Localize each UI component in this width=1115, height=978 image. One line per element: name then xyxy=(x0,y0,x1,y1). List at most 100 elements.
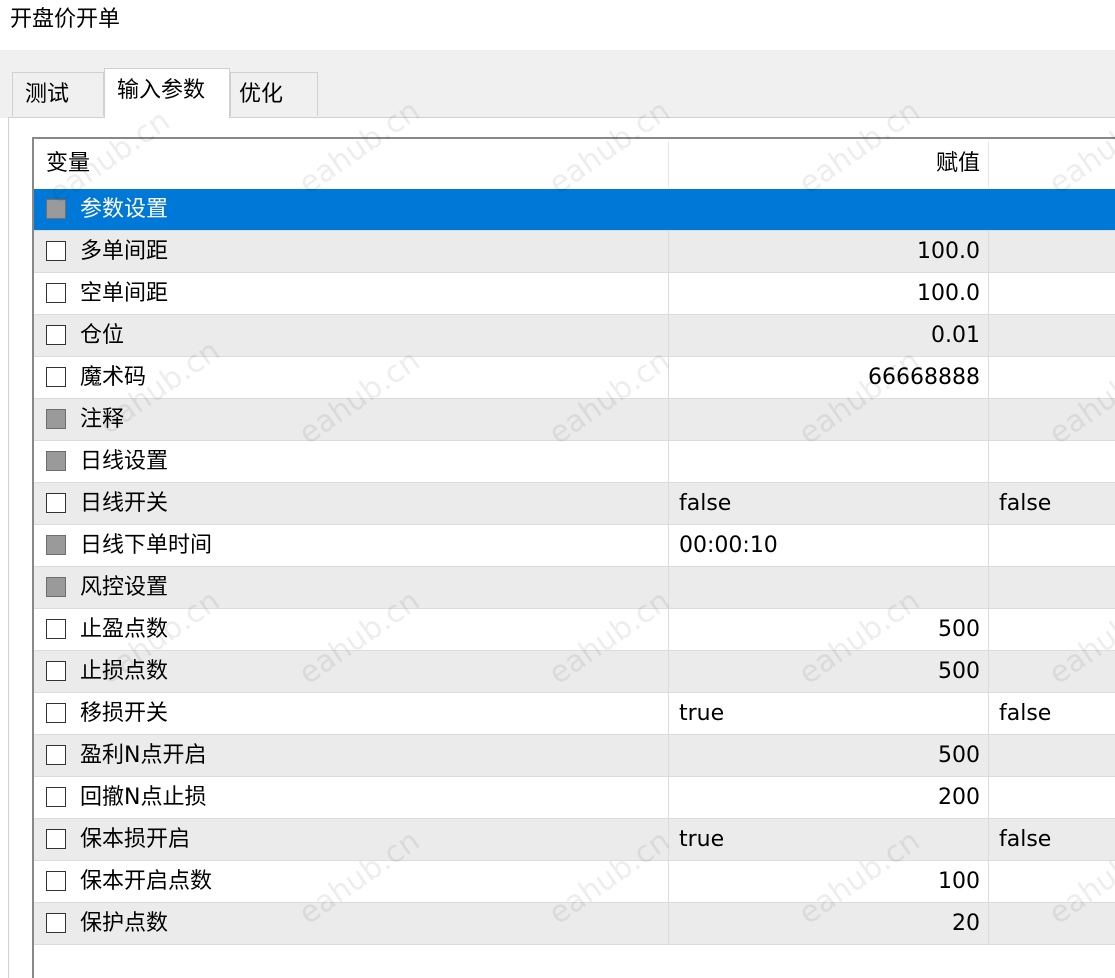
header-variable[interactable]: 变量 xyxy=(46,139,646,189)
cell-value[interactable] xyxy=(668,399,988,440)
cell-variable: 魔术码 xyxy=(34,357,668,398)
cell-extra[interactable] xyxy=(988,525,1115,566)
inputs-grid: 变量 赋值 参数设置 多单间距 100.0 空单间距 100.0 仓位 0.01 魔术码 666… xyxy=(32,137,1115,978)
cell-value[interactable] xyxy=(668,189,988,230)
cell-value[interactable]: 500 xyxy=(668,609,988,650)
variable-name: 日线设置 xyxy=(80,449,169,474)
cell-value[interactable]: 100 xyxy=(668,861,988,902)
table-row[interactable]: 日线开关 false false xyxy=(34,483,1115,525)
cell-extra[interactable] xyxy=(988,861,1115,902)
row-checkbox[interactable] xyxy=(46,325,66,345)
cell-variable: 日线下单时间 xyxy=(34,525,668,566)
variable-name: 保本损开启 xyxy=(80,827,191,852)
table-row[interactable]: 注释 xyxy=(34,399,1115,441)
cell-extra[interactable] xyxy=(988,231,1115,272)
cell-variable: 风控设置 xyxy=(34,567,668,608)
row-checkbox[interactable] xyxy=(46,283,66,303)
header-extra[interactable] xyxy=(988,139,1115,189)
row-checkbox[interactable] xyxy=(46,535,66,555)
table-row[interactable]: 魔术码 66668888 xyxy=(34,357,1115,399)
cell-value[interactable]: true xyxy=(668,693,988,734)
table-row[interactable]: 保本开启点数 100 xyxy=(34,861,1115,903)
cell-extra[interactable] xyxy=(988,357,1115,398)
table-row[interactable]: 盈利N点开启 500 xyxy=(34,735,1115,777)
cell-extra[interactable]: false xyxy=(988,693,1115,734)
row-checkbox[interactable] xyxy=(46,577,66,597)
grid-header: 变量 赋值 xyxy=(34,139,1115,189)
cell-extra[interactable] xyxy=(988,651,1115,692)
cell-value[interactable]: 500 xyxy=(668,735,988,776)
cell-value[interactable] xyxy=(668,441,988,482)
variable-name: 移损开关 xyxy=(80,701,169,726)
table-row[interactable]: 止盈点数 500 xyxy=(34,609,1115,651)
table-row[interactable]: 保护点数 20 xyxy=(34,903,1115,945)
cell-value[interactable]: 00:00:10 xyxy=(668,525,988,566)
table-row[interactable]: 移损开关 true false xyxy=(34,693,1115,735)
variable-name: 回撤N点止损 xyxy=(80,785,207,810)
header-value[interactable]: 赋值 xyxy=(668,139,980,189)
cell-value[interactable]: false xyxy=(668,483,988,524)
cell-value[interactable] xyxy=(668,567,988,608)
cell-variable: 参数设置 xyxy=(34,189,668,230)
cell-extra[interactable] xyxy=(988,189,1115,230)
variable-name: 保护点数 xyxy=(80,911,169,936)
variable-name: 盈利N点开启 xyxy=(80,743,207,768)
cell-extra[interactable] xyxy=(988,903,1115,944)
cell-value[interactable]: 200 xyxy=(668,777,988,818)
cell-variable: 保本开启点数 xyxy=(34,861,668,902)
row-checkbox[interactable] xyxy=(46,451,66,471)
tab-optimization-label: 优化 xyxy=(239,82,284,107)
row-checkbox[interactable] xyxy=(46,619,66,639)
tab-test-label: 测试 xyxy=(25,82,70,107)
cell-value[interactable]: 0.01 xyxy=(668,315,988,356)
table-row[interactable]: 回撤N点止损 200 xyxy=(34,777,1115,819)
row-checkbox[interactable] xyxy=(46,661,66,681)
cell-extra[interactable] xyxy=(988,273,1115,314)
row-checkbox[interactable] xyxy=(46,493,66,513)
cell-extra[interactable] xyxy=(988,609,1115,650)
row-checkbox[interactable] xyxy=(46,199,66,219)
row-checkbox[interactable] xyxy=(46,367,66,387)
table-row[interactable]: 空单间距 100.0 xyxy=(34,273,1115,315)
table-row[interactable]: 日线下单时间 00:00:10 xyxy=(34,525,1115,567)
cell-extra[interactable]: false xyxy=(988,819,1115,860)
cell-value[interactable]: 100.0 xyxy=(668,273,988,314)
row-checkbox[interactable] xyxy=(46,409,66,429)
row-checkbox[interactable] xyxy=(46,241,66,261)
cell-extra[interactable] xyxy=(988,777,1115,818)
variable-name: 日线下单时间 xyxy=(80,533,213,558)
row-checkbox[interactable] xyxy=(46,913,66,933)
tab-test[interactable]: 测试 xyxy=(12,72,104,116)
row-checkbox[interactable] xyxy=(46,787,66,807)
row-checkbox[interactable] xyxy=(46,829,66,849)
table-row[interactable]: 保本损开启 true false xyxy=(34,819,1115,861)
cell-extra[interactable] xyxy=(988,735,1115,776)
cell-extra[interactable] xyxy=(988,399,1115,440)
cell-value[interactable]: 66668888 xyxy=(668,357,988,398)
cell-variable: 保护点数 xyxy=(34,903,668,944)
table-row[interactable]: 风控设置 xyxy=(34,567,1115,609)
cell-extra[interactable] xyxy=(988,441,1115,482)
cell-extra[interactable] xyxy=(988,315,1115,356)
variable-name: 注释 xyxy=(80,407,125,432)
row-checkbox[interactable] xyxy=(46,703,66,723)
table-row[interactable]: 参数设置 xyxy=(34,189,1115,231)
tab-inputs[interactable]: 输入参数 xyxy=(104,68,230,118)
cell-value[interactable]: true xyxy=(668,819,988,860)
variable-name: 参数设置 xyxy=(80,197,169,222)
table-row[interactable]: 多单间距 100.0 xyxy=(34,231,1115,273)
variable-name: 止盈点数 xyxy=(80,617,169,642)
table-row[interactable]: 仓位 0.01 xyxy=(34,315,1115,357)
variable-name: 空单间距 xyxy=(80,281,169,306)
cell-value[interactable]: 500 xyxy=(668,651,988,692)
table-row[interactable]: 止损点数 500 xyxy=(34,651,1115,693)
row-checkbox[interactable] xyxy=(46,871,66,891)
tab-optimization[interactable]: 优化 xyxy=(230,72,318,116)
cell-variable: 止盈点数 xyxy=(34,609,668,650)
table-row[interactable]: 日线设置 xyxy=(34,441,1115,483)
cell-value[interactable]: 100.0 xyxy=(668,231,988,272)
cell-value[interactable]: 20 xyxy=(668,903,988,944)
cell-extra[interactable]: false xyxy=(988,483,1115,524)
row-checkbox[interactable] xyxy=(46,745,66,765)
cell-extra[interactable] xyxy=(988,567,1115,608)
